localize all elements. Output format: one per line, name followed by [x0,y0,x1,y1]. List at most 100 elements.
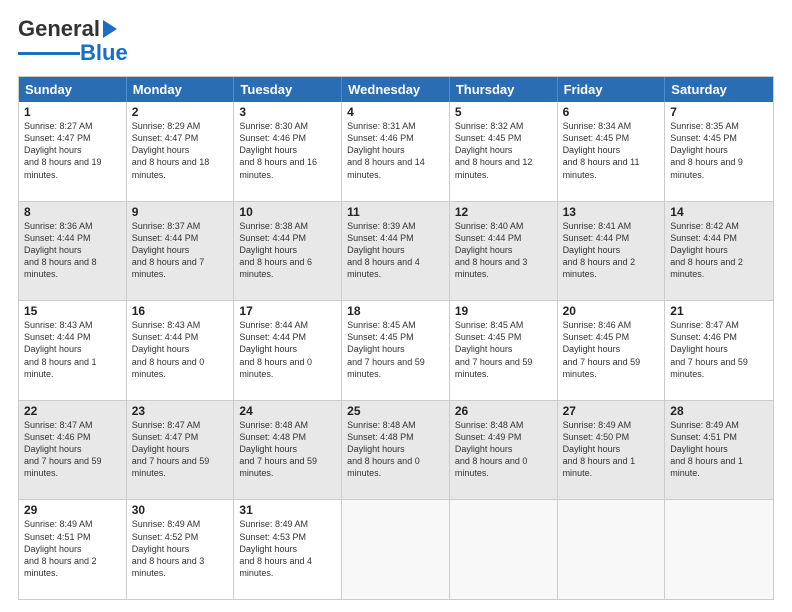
calendar-cell: 27Sunrise: 8:49 AMSunset: 4:50 PMDayligh… [558,401,666,500]
day-number: 26 [455,404,552,418]
cell-info: Sunrise: 8:45 AMSunset: 4:45 PMDaylight … [347,319,444,380]
calendar-cell: 7Sunrise: 8:35 AMSunset: 4:45 PMDaylight… [665,102,773,201]
calendar-header: SundayMondayTuesdayWednesdayThursdayFrid… [19,77,773,102]
calendar-row: 29Sunrise: 8:49 AMSunset: 4:51 PMDayligh… [19,499,773,599]
cell-info: Sunrise: 8:48 AMSunset: 4:49 PMDaylight … [455,419,552,480]
calendar-cell: 10Sunrise: 8:38 AMSunset: 4:44 PMDayligh… [234,202,342,301]
calendar-header-cell: Monday [127,77,235,102]
calendar-cell: 19Sunrise: 8:45 AMSunset: 4:45 PMDayligh… [450,301,558,400]
cell-info: Sunrise: 8:47 AMSunset: 4:47 PMDaylight … [132,419,229,480]
day-number: 28 [670,404,768,418]
cell-info: Sunrise: 8:49 AMSunset: 4:51 PMDaylight … [24,518,121,579]
calendar-cell: 13Sunrise: 8:41 AMSunset: 4:44 PMDayligh… [558,202,666,301]
cell-info: Sunrise: 8:38 AMSunset: 4:44 PMDaylight … [239,220,336,281]
day-number: 16 [132,304,229,318]
calendar-header-cell: Tuesday [234,77,342,102]
day-number: 21 [670,304,768,318]
day-number: 4 [347,105,444,119]
calendar-cell: 22Sunrise: 8:47 AMSunset: 4:46 PMDayligh… [19,401,127,500]
calendar-header-cell: Thursday [450,77,558,102]
cell-info: Sunrise: 8:41 AMSunset: 4:44 PMDaylight … [563,220,660,281]
cell-info: Sunrise: 8:49 AMSunset: 4:51 PMDaylight … [670,419,768,480]
cell-info: Sunrise: 8:36 AMSunset: 4:44 PMDaylight … [24,220,121,281]
cell-info: Sunrise: 8:49 AMSunset: 4:52 PMDaylight … [132,518,229,579]
logo-general: General [18,16,100,42]
cell-info: Sunrise: 8:45 AMSunset: 4:45 PMDaylight … [455,319,552,380]
day-number: 6 [563,105,660,119]
cell-info: Sunrise: 8:30 AMSunset: 4:46 PMDaylight … [239,120,336,181]
calendar-cell: 26Sunrise: 8:48 AMSunset: 4:49 PMDayligh… [450,401,558,500]
calendar-cell: 5Sunrise: 8:32 AMSunset: 4:45 PMDaylight… [450,102,558,201]
calendar-cell: 31Sunrise: 8:49 AMSunset: 4:53 PMDayligh… [234,500,342,599]
logo-arrow-icon [103,20,117,38]
day-number: 19 [455,304,552,318]
cell-info: Sunrise: 8:39 AMSunset: 4:44 PMDaylight … [347,220,444,281]
day-number: 12 [455,205,552,219]
cell-info: Sunrise: 8:48 AMSunset: 4:48 PMDaylight … [239,419,336,480]
cell-info: Sunrise: 8:47 AMSunset: 4:46 PMDaylight … [24,419,121,480]
calendar-row: 22Sunrise: 8:47 AMSunset: 4:46 PMDayligh… [19,400,773,500]
day-number: 1 [24,105,121,119]
day-number: 31 [239,503,336,517]
calendar-header-cell: Saturday [665,77,773,102]
calendar-cell: 8Sunrise: 8:36 AMSunset: 4:44 PMDaylight… [19,202,127,301]
calendar-cell [342,500,450,599]
calendar-header-cell: Wednesday [342,77,450,102]
cell-info: Sunrise: 8:40 AMSunset: 4:44 PMDaylight … [455,220,552,281]
cell-info: Sunrise: 8:27 AMSunset: 4:47 PMDaylight … [24,120,121,181]
day-number: 24 [239,404,336,418]
cell-info: Sunrise: 8:48 AMSunset: 4:48 PMDaylight … [347,419,444,480]
cell-info: Sunrise: 8:34 AMSunset: 4:45 PMDaylight … [563,120,660,181]
calendar-cell: 6Sunrise: 8:34 AMSunset: 4:45 PMDaylight… [558,102,666,201]
day-number: 30 [132,503,229,517]
calendar-cell: 1Sunrise: 8:27 AMSunset: 4:47 PMDaylight… [19,102,127,201]
day-number: 13 [563,205,660,219]
cell-info: Sunrise: 8:43 AMSunset: 4:44 PMDaylight … [24,319,121,380]
calendar-cell: 11Sunrise: 8:39 AMSunset: 4:44 PMDayligh… [342,202,450,301]
calendar-row: 15Sunrise: 8:43 AMSunset: 4:44 PMDayligh… [19,300,773,400]
day-number: 5 [455,105,552,119]
calendar-cell: 29Sunrise: 8:49 AMSunset: 4:51 PMDayligh… [19,500,127,599]
calendar-cell: 17Sunrise: 8:44 AMSunset: 4:44 PMDayligh… [234,301,342,400]
calendar-cell [558,500,666,599]
calendar: SundayMondayTuesdayWednesdayThursdayFrid… [18,76,774,600]
day-number: 9 [132,205,229,219]
calendar-cell [450,500,558,599]
cell-info: Sunrise: 8:32 AMSunset: 4:45 PMDaylight … [455,120,552,181]
cell-info: Sunrise: 8:42 AMSunset: 4:44 PMDaylight … [670,220,768,281]
page: General Blue SundayMondayTuesdayWednesda… [0,0,792,612]
header: General Blue [18,16,774,66]
cell-info: Sunrise: 8:43 AMSunset: 4:44 PMDaylight … [132,319,229,380]
calendar-cell: 24Sunrise: 8:48 AMSunset: 4:48 PMDayligh… [234,401,342,500]
cell-info: Sunrise: 8:46 AMSunset: 4:45 PMDaylight … [563,319,660,380]
calendar-cell: 3Sunrise: 8:30 AMSunset: 4:46 PMDaylight… [234,102,342,201]
calendar-cell: 23Sunrise: 8:47 AMSunset: 4:47 PMDayligh… [127,401,235,500]
day-number: 17 [239,304,336,318]
calendar-cell: 30Sunrise: 8:49 AMSunset: 4:52 PMDayligh… [127,500,235,599]
day-number: 29 [24,503,121,517]
day-number: 23 [132,404,229,418]
day-number: 22 [24,404,121,418]
calendar-cell: 14Sunrise: 8:42 AMSunset: 4:44 PMDayligh… [665,202,773,301]
day-number: 11 [347,205,444,219]
calendar-cell: 21Sunrise: 8:47 AMSunset: 4:46 PMDayligh… [665,301,773,400]
logo-underline [18,52,80,55]
calendar-cell: 15Sunrise: 8:43 AMSunset: 4:44 PMDayligh… [19,301,127,400]
logo-blue: Blue [80,40,128,66]
day-number: 27 [563,404,660,418]
calendar-cell: 28Sunrise: 8:49 AMSunset: 4:51 PMDayligh… [665,401,773,500]
cell-info: Sunrise: 8:49 AMSunset: 4:53 PMDaylight … [239,518,336,579]
cell-info: Sunrise: 8:35 AMSunset: 4:45 PMDaylight … [670,120,768,181]
calendar-cell: 9Sunrise: 8:37 AMSunset: 4:44 PMDaylight… [127,202,235,301]
day-number: 20 [563,304,660,318]
calendar-cell: 16Sunrise: 8:43 AMSunset: 4:44 PMDayligh… [127,301,235,400]
day-number: 18 [347,304,444,318]
day-number: 3 [239,105,336,119]
day-number: 7 [670,105,768,119]
calendar-row: 8Sunrise: 8:36 AMSunset: 4:44 PMDaylight… [19,201,773,301]
calendar-cell: 4Sunrise: 8:31 AMSunset: 4:46 PMDaylight… [342,102,450,201]
day-number: 15 [24,304,121,318]
cell-info: Sunrise: 8:44 AMSunset: 4:44 PMDaylight … [239,319,336,380]
calendar-cell: 2Sunrise: 8:29 AMSunset: 4:47 PMDaylight… [127,102,235,201]
calendar-cell: 25Sunrise: 8:48 AMSunset: 4:48 PMDayligh… [342,401,450,500]
